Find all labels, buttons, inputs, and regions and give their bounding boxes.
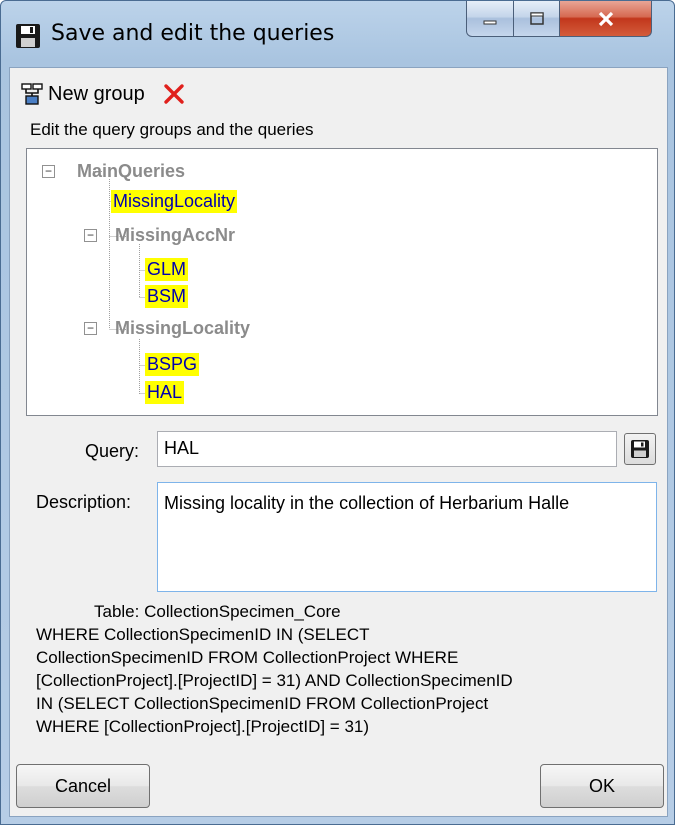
dialog-window: Save and edit the queries New group Edit…: [0, 0, 675, 825]
close-icon: [598, 11, 613, 26]
description-label: Description:: [36, 492, 132, 512]
query-input[interactable]: HAL: [157, 431, 617, 467]
collapse-group2-icon[interactable]: −: [84, 322, 97, 335]
tree-connector-lines: [93, 171, 155, 394]
floppy-save-icon: [631, 440, 649, 458]
collapse-root-icon[interactable]: −: [42, 165, 55, 178]
tree-leaf-hal[interactable]: HAL: [145, 381, 185, 404]
dialog-content: New group Edit the query groups and the …: [9, 67, 668, 817]
minimize-icon: [483, 20, 497, 24]
new-group-icon: [21, 83, 43, 105]
sql-line: WHERE CollectionSpecimenID IN (SELECT: [36, 625, 370, 644]
sql-line: IN (SELECT CollectionSpecimenID FROM Col…: [36, 694, 489, 713]
floppy-disk-icon: [15, 23, 41, 49]
minimize-button[interactable]: [466, 1, 514, 37]
tree-leaf-bspg[interactable]: BSPG: [145, 353, 200, 376]
caption-buttons: [466, 1, 666, 41]
description-textarea[interactable]: Missing locality in the collection of He…: [157, 482, 657, 592]
cancel-button[interactable]: Cancel: [16, 764, 150, 808]
sql-line: CollectionSpecimenID FROM CollectionProj…: [36, 648, 459, 667]
sql-line: WHERE [CollectionProject].[ProjectID] = …: [36, 717, 370, 736]
title-bar[interactable]: Save and edit the queries: [1, 1, 674, 67]
window-title: Save and edit the queries: [51, 21, 335, 46]
toolbar: New group: [20, 76, 185, 112]
instruction-text: Edit the query groups and the queries: [30, 120, 314, 139]
tree-leaf-bsm[interactable]: BSM: [145, 285, 189, 308]
new-group-label: New group: [48, 82, 145, 105]
delete-button[interactable]: [163, 83, 185, 105]
ok-button[interactable]: OK: [540, 764, 664, 808]
tree-group-missinglocality[interactable]: MissingLocality: [115, 318, 250, 339]
tree-leaf-glm[interactable]: GLM: [145, 258, 189, 281]
tree-leaf-root-query[interactable]: MissingLocality: [111, 190, 238, 213]
query-label: Query:: [85, 441, 140, 461]
tree-group-missingaccnr[interactable]: MissingAccNr: [115, 225, 235, 246]
tree-group-root[interactable]: MainQueries: [77, 161, 185, 182]
query-tree[interactable]: − MainQueries MissingLocality − MissingA…: [26, 148, 658, 416]
save-query-button[interactable]: [624, 433, 656, 465]
sql-filter-text: Table: CollectionSpecimen_Core WHERE Col…: [36, 600, 656, 738]
maximize-button[interactable]: [514, 1, 560, 37]
delete-x-icon: [164, 84, 184, 104]
new-group-button[interactable]: New group: [20, 82, 145, 106]
collapse-group1-icon[interactable]: −: [84, 229, 97, 242]
maximize-icon: [529, 11, 544, 25]
close-button[interactable]: [560, 1, 652, 37]
sql-line: [CollectionProject].[ProjectID] = 31) AN…: [36, 671, 513, 690]
sql-table-line: Table: CollectionSpecimen_Core: [94, 602, 341, 621]
